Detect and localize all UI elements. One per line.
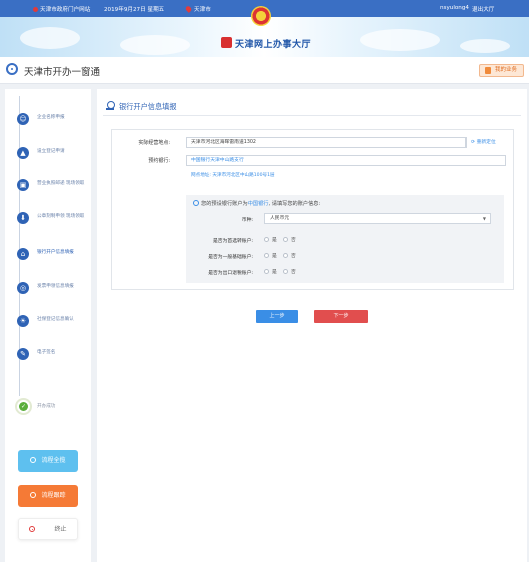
cloud-decoration: [20, 27, 80, 49]
portal-icon: [33, 6, 38, 12]
account-tip: 您的预设银行账户为中国银行, 请填写您的账户信息:: [193, 200, 320, 207]
process-tracking-label: 流程跟踪: [41, 492, 66, 499]
check-icon: ✓: [19, 402, 28, 411]
radio-circle: [283, 253, 288, 258]
yes-label: 是: [272, 254, 277, 259]
currency-value: 人民币元: [270, 216, 290, 221]
city-selector[interactable]: 天津市: [184, 5, 211, 13]
relocate-label: 重新定位: [476, 140, 496, 145]
portal-link[interactable]: 天津市政府门户网站: [33, 5, 90, 13]
relocate-icon: ⟳: [471, 140, 476, 145]
q-export-refund-yes[interactable]: 是: [264, 268, 277, 275]
process-overview-label: 流程全揽: [41, 457, 66, 464]
yes-label: 是: [272, 270, 277, 275]
id-card-icon: [17, 179, 29, 191]
no-label: 否: [291, 254, 296, 259]
bank-user-icon: [106, 101, 115, 110]
bank-field[interactable]: 中国银行天津中山路支行: [186, 155, 506, 166]
step-label: 营业执照邮递 现场领取: [37, 181, 85, 186]
page-title: 天津市开办一窗通: [24, 67, 101, 78]
cloud-decoration: [460, 39, 510, 53]
next-step-button[interactable]: 下一步: [314, 310, 368, 323]
document-icon: [485, 67, 491, 74]
radio-circle: [264, 253, 269, 258]
step-label: 电子签名: [37, 350, 56, 355]
my-business-label: 我的业务: [495, 67, 518, 73]
title-divider: [103, 115, 521, 116]
q-basic-account-yes[interactable]: 是: [264, 252, 277, 259]
national-emblem-icon: [251, 6, 271, 26]
info-icon: [193, 200, 199, 206]
relocate-button[interactable]: ⟳ 重新定位: [466, 137, 505, 148]
current-date: 2019年9月27日 星期五: [104, 7, 165, 13]
stop-icon: [29, 526, 36, 532]
chevron-down-icon: ▼: [482, 216, 486, 221]
my-business-button[interactable]: 我的业务: [479, 64, 524, 77]
address-label: 实际经营地点:: [138, 140, 170, 146]
radio-circle: [264, 269, 269, 274]
process-tracking-button[interactable]: 流程跟踪: [18, 485, 78, 507]
terminate-button[interactable]: 终止: [18, 518, 78, 540]
terminate-label: 终止: [54, 526, 67, 533]
portal-label: 天津市政府门户网站: [40, 7, 91, 13]
insurance-icon: [17, 315, 29, 327]
q-primary-transfer-yes[interactable]: 是: [264, 236, 277, 243]
user-icon: [17, 113, 29, 125]
branch-address: 网点地址: 天津市河北区中山路100号1层: [191, 173, 275, 178]
step-label: 银行开户信息填报: [37, 250, 74, 255]
step-label: 发票申领信息填报: [37, 284, 74, 289]
q-basic-account-no[interactable]: 否: [283, 252, 296, 259]
q-basic-account-label: 是否为一般基础账户:: [208, 255, 253, 260]
tip-bank: 中国银行: [247, 201, 269, 207]
no-label: 否: [291, 270, 296, 275]
address-field[interactable]: 天津市河北区海晖雷南道1302: [186, 137, 466, 148]
step-label: 社保登记信息确认: [37, 317, 74, 322]
site-logo-icon: [221, 37, 232, 48]
logout-link[interactable]: 退出大厅: [472, 5, 494, 13]
yes-label: 是: [272, 238, 277, 243]
tracking-icon: [30, 492, 37, 498]
currency-select[interactable]: 人民币元 ▼: [264, 213, 491, 224]
building-icon: [17, 147, 29, 159]
location-pin-icon: [184, 5, 193, 13]
q-export-refund-no[interactable]: 否: [283, 268, 296, 275]
success-label: 开办成功: [37, 404, 56, 409]
bank-label: 预约银行:: [148, 158, 170, 164]
home-icon: [30, 457, 37, 463]
cloud-decoration: [360, 29, 440, 51]
pen-icon: [17, 348, 29, 360]
site-logo-text[interactable]: 天津网上办事大厅: [235, 37, 311, 50]
previous-step-button[interactable]: 上一步: [256, 310, 298, 323]
process-overview-button[interactable]: 流程全揽: [18, 450, 78, 472]
currency-label: 币种:: [241, 218, 253, 223]
radio-circle: [264, 237, 269, 242]
q-export-refund-label: 是否为出口退税账户:: [208, 271, 253, 276]
username[interactable]: nsyulong4: [440, 5, 469, 11]
tip-prefix: 您的预设银行账户为: [201, 201, 248, 207]
step-label: 公章刻制申领 现场领取: [37, 214, 85, 219]
cloud-decoration: [120, 35, 190, 55]
q-primary-transfer-label: 是否为首选转账户:: [213, 239, 253, 244]
no-label: 否: [291, 238, 296, 243]
radio-circle: [283, 237, 288, 242]
tip-suffix: , 请填写您的账户信息:: [268, 201, 321, 207]
step-label: 设立登记申请: [37, 149, 65, 154]
radio-circle: [283, 269, 288, 274]
bank-user-icon: [17, 248, 29, 260]
stamp-icon: [17, 212, 29, 224]
success-step: ✓: [15, 398, 32, 415]
invoice-icon: [17, 282, 29, 294]
step-label: 企业名称申报: [37, 115, 65, 120]
panel-title: 银行开户信息填报: [119, 102, 177, 111]
q-primary-transfer-no[interactable]: 否: [283, 236, 296, 243]
city-label: 天津市: [194, 7, 211, 13]
service-icon: [6, 63, 18, 75]
